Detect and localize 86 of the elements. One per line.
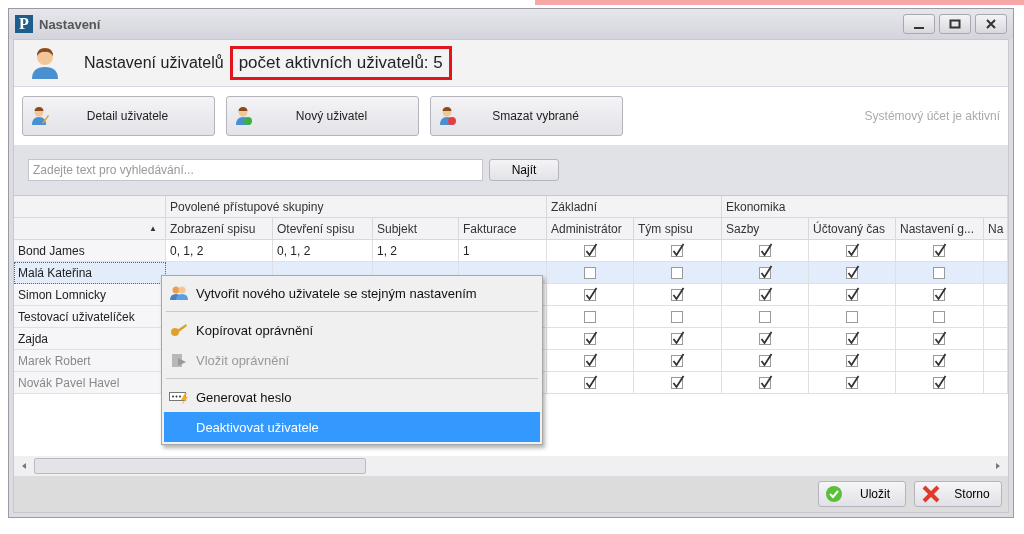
checked-checkbox[interactable] [670,353,685,368]
menu-item[interactable]: Vytvořit nového uživatele se stejným nastavením [164,278,540,308]
empty-checkbox[interactable] [582,265,598,280]
checked-checkbox[interactable] [757,243,773,258]
checked-checkbox[interactable] [670,331,685,346]
checked-checkbox[interactable] [670,287,685,302]
checked-checkbox[interactable] [670,375,685,390]
search-field[interactable]: Zadejte text pro vyhledávání... [28,159,483,181]
checked-checkbox[interactable] [670,243,685,258]
column-header[interactable]: Nastavení g... [896,218,984,240]
column-header[interactable]: Na [984,218,1008,240]
empty-checkbox[interactable] [670,265,685,280]
column-header[interactable]: Účtovaný čas [809,218,896,240]
scroll-right-icon[interactable] [994,462,1002,470]
checked-checkbox[interactable] [757,265,773,280]
detail-button[interactable]: Detail uživatele [22,96,215,136]
checked-checkbox[interactable] [932,353,947,368]
checked-checkbox[interactable] [932,243,947,258]
app-logo: P [15,15,33,33]
column-group-header: Základní [547,196,722,218]
column-header[interactable]: Administrátor [547,218,634,240]
user-icon [30,46,60,80]
users-icon [170,285,188,301]
checked-checkbox[interactable] [844,243,860,258]
checked-checkbox[interactable] [757,287,773,302]
column-header[interactable]: Sazby [722,218,809,240]
close-icon [985,19,997,29]
column-header[interactable]: Tým spisu [634,218,722,240]
delete-button[interactable]: Smazat vybrané [430,96,623,136]
check-icon [825,485,843,503]
user-name-cell[interactable]: Malá Kateřina [14,262,166,284]
column-header[interactable]: Fakturace [459,218,547,240]
checked-checkbox[interactable] [582,243,598,258]
checked-checkbox[interactable] [932,375,947,390]
system-account-status: Systémový účet je aktivní [864,109,1000,123]
name-column-header[interactable]: ▲ [14,218,166,240]
key-icon [170,322,188,338]
save-button[interactable]: Uložit [818,481,906,507]
scrollbar-thumb[interactable] [34,458,366,474]
search-button[interactable]: Najít [489,159,559,181]
sort-ascending-icon: ▲ [149,224,157,233]
close-button[interactable] [975,14,1007,34]
column-group-header: Povolené přístupové skupiny [166,196,547,218]
empty-checkbox[interactable] [844,309,860,324]
checked-checkbox[interactable] [757,353,773,368]
checked-checkbox[interactable] [757,375,773,390]
checked-checkbox[interactable] [757,331,773,346]
empty-checkbox[interactable] [932,265,947,280]
checked-checkbox[interactable] [844,265,860,280]
user-edit-icon [31,106,49,126]
column-header[interactable]: Zobrazení spisu [166,218,273,240]
column-group-header: Ekonomika [722,196,1008,218]
checked-checkbox[interactable] [582,375,598,390]
user-name-cell[interactable]: Bond James [14,240,166,262]
checked-checkbox[interactable] [582,331,598,346]
cross-icon [921,485,941,503]
checked-checkbox[interactable] [932,331,947,346]
cancel-button[interactable]: Storno [914,481,1002,507]
column-header[interactable]: Otevření spisu [273,218,373,240]
user-add-icon [235,106,253,126]
checked-checkbox[interactable] [844,331,860,346]
checked-checkbox[interactable] [844,353,860,368]
clipboard-icon [170,352,188,368]
active-users-count: počet aktivních uživatelů: 5 [229,46,452,80]
password-icon [169,389,189,405]
maximize-icon [949,19,961,29]
column-header[interactable]: Subjekt [373,218,459,240]
empty-checkbox[interactable] [932,309,947,324]
new-user-button[interactable]: Nový uživatel [226,96,419,136]
maximize-button[interactable] [939,14,971,34]
minimize-button[interactable] [903,14,935,34]
minimize-icon [914,27,924,29]
checked-checkbox[interactable] [582,287,598,302]
user-remove-icon [439,106,457,126]
checked-checkbox[interactable] [844,375,860,390]
checked-checkbox[interactable] [844,287,860,302]
empty-checkbox[interactable] [582,309,598,324]
checked-checkbox[interactable] [582,353,598,368]
scroll-left-icon[interactable] [20,462,28,470]
page-title: Nastavení uživatelů [84,54,224,72]
empty-checkbox[interactable] [757,309,773,324]
empty-checkbox[interactable] [670,309,685,324]
menu-item[interactable]: Kopírovat oprávnění [164,315,540,345]
window-title: Nastavení [39,16,101,32]
menu-item[interactable]: Generovat heslo [164,382,540,412]
checked-checkbox[interactable] [932,287,947,302]
